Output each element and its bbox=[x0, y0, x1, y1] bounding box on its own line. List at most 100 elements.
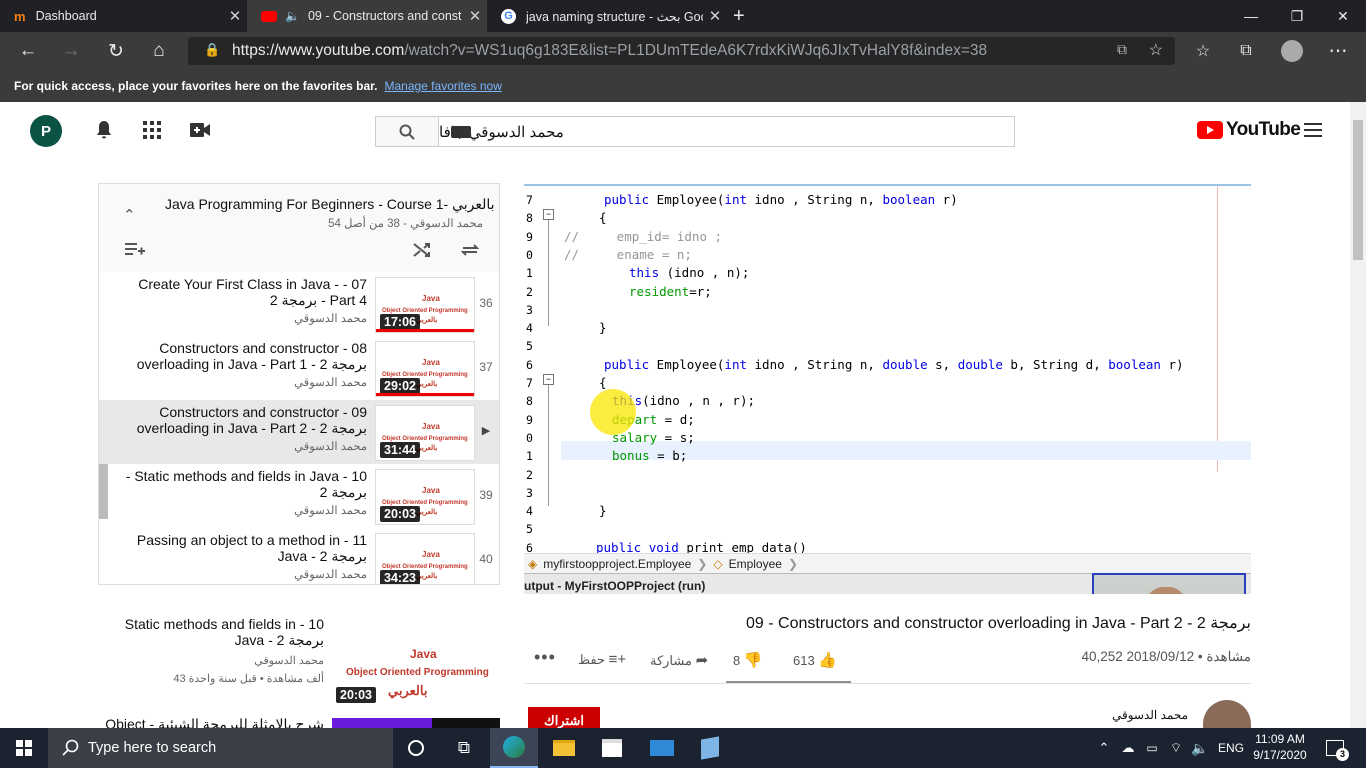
recommended-video[interactable]: Static methods and fields in - 10 Java -… bbox=[98, 614, 500, 714]
page-scrollbar[interactable] bbox=[1350, 102, 1366, 728]
shuffle-icon[interactable] bbox=[413, 242, 431, 261]
save-button[interactable]: حفظ ≡+ bbox=[578, 651, 626, 668]
search-button[interactable] bbox=[375, 116, 439, 147]
line-number: 1 bbox=[526, 266, 533, 281]
breadcrumb-package: myfirstoopproject.Employee bbox=[543, 556, 692, 571]
playlist-item-channel: محمد الدسوقي bbox=[294, 569, 367, 581]
home-icon[interactable]: ⌂ bbox=[139, 32, 179, 70]
task-view-icon[interactable]: ⧉ bbox=[440, 728, 488, 768]
close-icon[interactable]: ✕ bbox=[223, 7, 247, 25]
notifications-icon[interactable]: 3 bbox=[1318, 728, 1352, 768]
subscribe-button[interactable]: اشتراك bbox=[528, 707, 600, 728]
moodle-icon: m bbox=[14, 8, 26, 24]
margin-line bbox=[1217, 186, 1218, 472]
youtube-logo[interactable]: YouTube bbox=[1197, 119, 1301, 141]
tab-google[interactable]: G java naming structure - بحث Goo ✕ bbox=[487, 0, 727, 32]
avatar[interactable]: P bbox=[30, 115, 62, 147]
back-icon[interactable]: ← bbox=[8, 32, 48, 70]
playlist-item-index: 40 bbox=[479, 552, 493, 566]
profile-icon[interactable] bbox=[1272, 32, 1312, 70]
mail-icon[interactable] bbox=[638, 728, 686, 768]
browser-tab-bar: m Dashboard ✕ 🔈 09 - Constructors and co… bbox=[0, 0, 1366, 32]
restore-icon[interactable]: ❐ bbox=[1274, 0, 1320, 32]
video-player[interactable]: − − 7 public Employee(int idno , String n… bbox=[524, 184, 1251, 594]
playlist-item[interactable]: - Static methods and fields in Java - 10… bbox=[99, 464, 499, 528]
store-icon[interactable] bbox=[588, 728, 636, 768]
line-number: 3 bbox=[526, 485, 533, 500]
video-thumbnail bbox=[432, 718, 500, 728]
refresh-icon[interactable]: ↻ bbox=[96, 32, 136, 70]
chevron-up-icon[interactable]: ⌃ bbox=[1092, 728, 1116, 768]
recommended-video[interactable]: شرح بالامثلة للبرمجة الشيئية - Object bbox=[98, 716, 500, 728]
playlist-item[interactable]: Passing an object to a method in - 11 Ja… bbox=[99, 528, 499, 584]
video-thumbnail: Java Object Oriented Programming بالعربي… bbox=[375, 405, 475, 461]
close-icon[interactable]: ✕ bbox=[463, 7, 487, 25]
battery-icon[interactable]: ▭ bbox=[1140, 728, 1164, 768]
fold-toggle-icon[interactable]: − bbox=[543, 374, 554, 385]
app-cube-icon[interactable] bbox=[686, 728, 734, 768]
scrollbar-thumb[interactable] bbox=[1353, 120, 1363, 260]
file-explorer-icon[interactable] bbox=[540, 728, 588, 768]
search-input[interactable]: محمد الدسوقي جافا bbox=[439, 116, 1015, 147]
manage-favorites-link[interactable]: Manage favorites now bbox=[384, 79, 501, 93]
tab-youtube[interactable]: 🔈 09 - Constructors and const ✕ bbox=[247, 0, 487, 32]
menu-icon[interactable] bbox=[1301, 118, 1325, 142]
channel-avatar[interactable] bbox=[1203, 700, 1251, 728]
line-number: 8 bbox=[526, 394, 533, 409]
cortana-icon[interactable] bbox=[392, 728, 440, 768]
dislike-button[interactable]: 8 👎 bbox=[733, 651, 763, 669]
translate-icon[interactable]: ⧉ bbox=[1117, 41, 1127, 58]
more-icon[interactable]: ⋯ bbox=[1318, 32, 1358, 70]
duration-badge: 20:03 bbox=[380, 506, 420, 522]
star-icon[interactable]: ☆ bbox=[1149, 40, 1163, 60]
wifi-icon[interactable]: ⌔ bbox=[1164, 728, 1188, 768]
playlist-scrollbar[interactable] bbox=[99, 464, 108, 519]
playlist-item-title: Constructors and constructor - 08 overlo… bbox=[136, 340, 367, 372]
playlist-title[interactable]: Java Programming For Beginners - Course … bbox=[165, 196, 495, 213]
recommended-title: Static methods and fields in - 10 Java -… bbox=[124, 616, 324, 648]
keyboard-icon[interactable] bbox=[451, 126, 471, 138]
edge-taskbar-icon[interactable] bbox=[490, 728, 538, 768]
more-actions-icon[interactable]: ••• bbox=[534, 647, 556, 668]
breadcrumb-class: Employee bbox=[728, 556, 782, 571]
volume-icon[interactable]: 🔈 bbox=[1188, 728, 1212, 768]
playlist-item[interactable]: Create Your First Class in Java - - 07 ب… bbox=[99, 272, 499, 336]
playlist-header: ⌃ Java Programming For Beginners - Cours… bbox=[99, 184, 499, 272]
playlist-item-current[interactable]: Constructors and constructor - 09 overlo… bbox=[99, 400, 499, 464]
code-line: this (idno , n); bbox=[629, 265, 750, 281]
close-icon[interactable]: ✕ bbox=[703, 7, 727, 25]
language-indicator[interactable]: ENG bbox=[1214, 728, 1248, 768]
forward-icon[interactable]: → bbox=[51, 32, 91, 70]
notification-count: 3 bbox=[1336, 748, 1349, 761]
tab-dashboard[interactable]: m Dashboard ✕ bbox=[0, 0, 247, 32]
window-close-icon[interactable]: ✕ bbox=[1320, 0, 1366, 32]
video-thumbnail: Java Object Oriented Programming بالعربي… bbox=[375, 469, 475, 525]
add-to-queue-icon[interactable] bbox=[125, 242, 145, 262]
line-number: 0 bbox=[526, 430, 533, 445]
video-thumbnail: Java Object Oriented Programming بالعربي… bbox=[375, 341, 475, 397]
collections-icon[interactable]: ⧉ bbox=[1226, 32, 1266, 70]
like-button[interactable]: 613 👍 bbox=[793, 651, 837, 669]
channel-name[interactable]: محمد الدسوقي bbox=[1100, 708, 1188, 722]
cloud-icon[interactable]: ☁ bbox=[1116, 728, 1140, 768]
bell-icon[interactable] bbox=[92, 118, 116, 142]
taskbar-search[interactable]: Type here to search bbox=[48, 728, 393, 768]
apps-grid-icon[interactable] bbox=[140, 118, 164, 142]
video-thumbnail: Java Object Oriented Programming بالعربي… bbox=[332, 617, 500, 709]
playlist-item[interactable]: Constructors and constructor - 08 overlo… bbox=[99, 336, 499, 400]
fold-toggle-icon[interactable]: − bbox=[543, 209, 554, 220]
code-line: } bbox=[599, 320, 607, 336]
address-field[interactable]: 🔒 https://www.youtube.com/watch?v=WS1uq6… bbox=[188, 37, 1175, 65]
collapse-chevron-icon[interactable]: ⌃ bbox=[123, 206, 136, 224]
favorites-icon[interactable]: ☆ bbox=[1183, 32, 1223, 70]
clock[interactable]: 11:09 AM 9/17/2020 bbox=[1251, 731, 1309, 763]
windows-start-icon[interactable] bbox=[0, 728, 48, 768]
video-thumbnail: Java Object Oriented Programming بالعربي… bbox=[375, 533, 475, 584]
playlist-subtitle: محمد الدسوقي - 38 من أصل 54 bbox=[328, 218, 483, 230]
share-button[interactable]: مشاركة ➦ bbox=[650, 651, 708, 669]
speaker-icon[interactable]: 🔈 bbox=[285, 9, 300, 23]
new-tab-button[interactable]: + bbox=[727, 0, 757, 32]
create-video-icon[interactable] bbox=[188, 118, 212, 142]
minimize-icon[interactable]: — bbox=[1228, 0, 1274, 32]
loop-icon[interactable] bbox=[460, 242, 480, 261]
